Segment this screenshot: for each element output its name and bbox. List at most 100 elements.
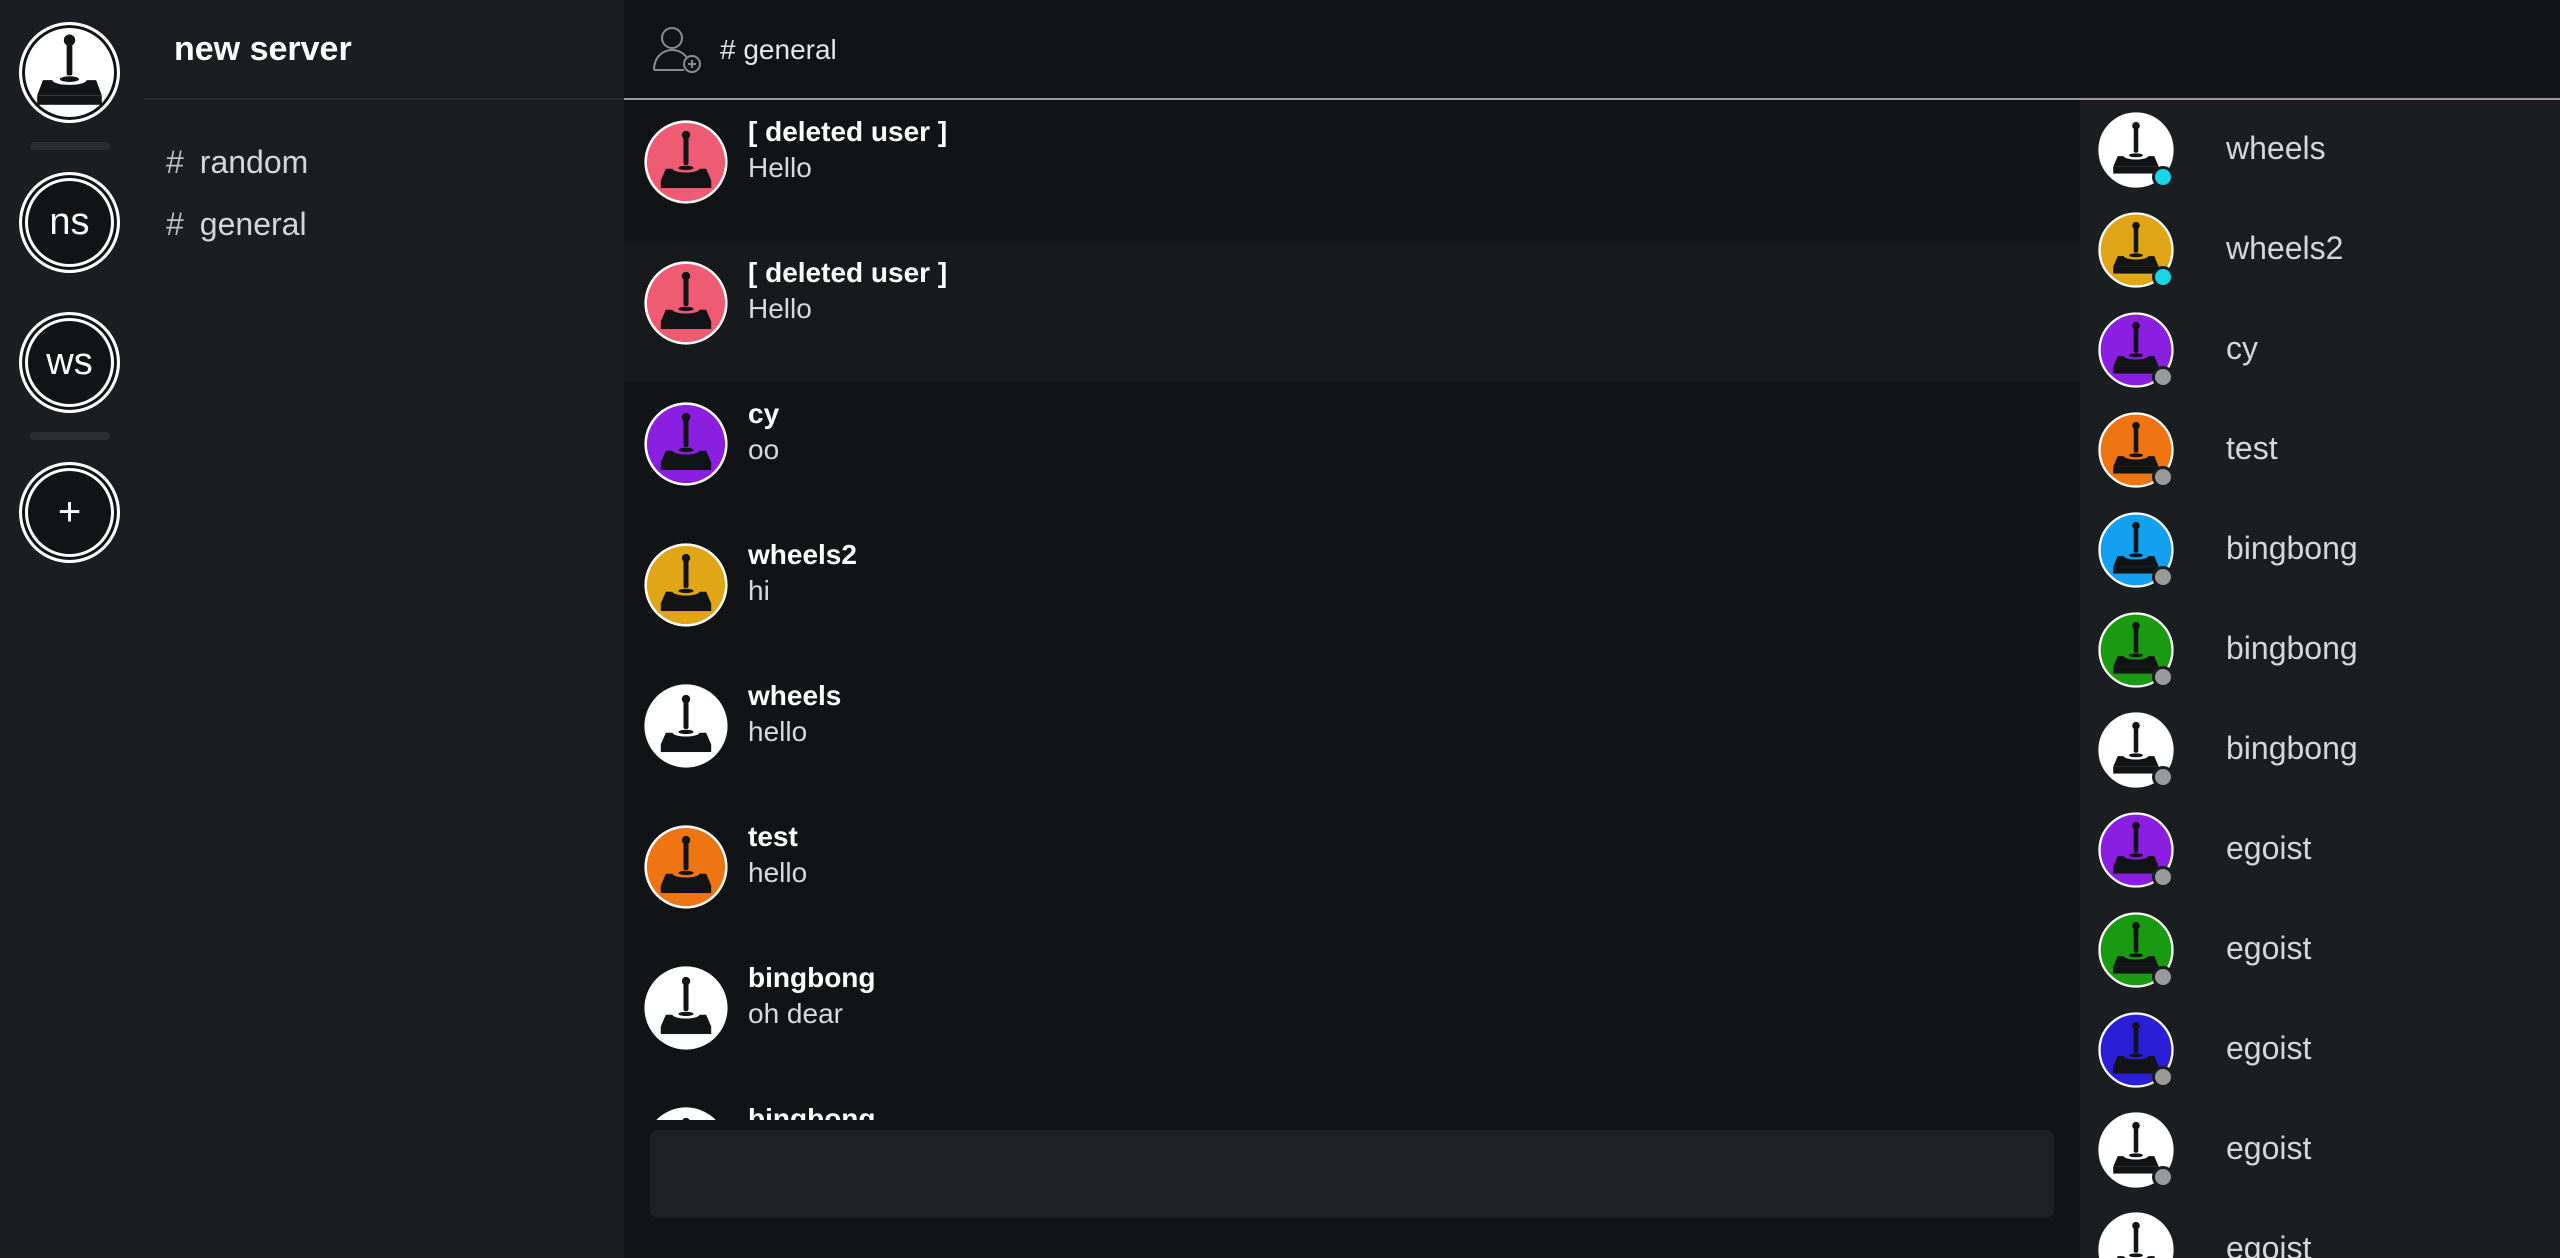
member-item[interactable]: egoist xyxy=(2080,1000,2560,1100)
message-text: hi xyxy=(748,575,770,606)
message-author[interactable]: [ deleted user ] xyxy=(748,257,947,289)
avatar[interactable] xyxy=(644,261,728,345)
channel-sidebar: new server # random # general xyxy=(144,0,624,1258)
hash-icon: # xyxy=(166,205,184,242)
joystick-avatar-icon xyxy=(644,825,728,909)
message-author[interactable]: test xyxy=(748,821,798,853)
server-name: new server xyxy=(174,30,352,68)
joystick-icon xyxy=(37,34,102,105)
avatar[interactable] xyxy=(644,120,728,204)
message-item: [ deleted user ] Hello xyxy=(624,100,2080,241)
status-dot-icon xyxy=(2152,466,2174,488)
member-name: wheels xyxy=(2226,130,2326,166)
channel-title: # general xyxy=(720,34,837,65)
member-name: egoist xyxy=(2226,830,2312,866)
member-name: egoist xyxy=(2226,930,2312,966)
status-dot-icon xyxy=(2152,666,2174,688)
joystick-avatar-icon xyxy=(644,684,728,768)
message-author[interactable]: wheels2 xyxy=(748,539,857,571)
rail-separator xyxy=(30,142,110,150)
message-item: bingbong xyxy=(624,1087,2080,1120)
member-name: bingbong xyxy=(2226,730,2358,766)
status-dot-icon xyxy=(2152,566,2174,588)
message-text: Hello xyxy=(748,152,812,183)
status-dot-icon xyxy=(2152,1066,2174,1088)
member-item[interactable]: bingbong xyxy=(2080,700,2560,800)
channel-label: random xyxy=(199,143,309,180)
status-dot-icon xyxy=(2152,1166,2174,1188)
avatar[interactable] xyxy=(644,543,728,627)
member-item[interactable]: bingbong xyxy=(2080,600,2560,700)
message-author[interactable]: bingbong xyxy=(748,962,876,994)
server-ws-button[interactable]: ws xyxy=(19,312,120,413)
add-user-icon[interactable] xyxy=(648,20,704,76)
rail-separator xyxy=(30,432,110,440)
message-text: Hello xyxy=(748,293,812,324)
member-item[interactable]: egoist xyxy=(2080,900,2560,1000)
hash-icon: # xyxy=(166,143,184,180)
message-item: bingbong oh dear xyxy=(624,946,2080,1087)
message-text: oh dear xyxy=(748,998,843,1029)
add-server-button[interactable]: + xyxy=(19,462,120,563)
avatar[interactable] xyxy=(644,402,728,486)
chat-main: # general [ deleted user ] Hello[ deleted… xyxy=(624,0,2560,1258)
message-author[interactable]: [ deleted user ] xyxy=(748,116,947,148)
app-window: ns ws + new server # random # general # … xyxy=(0,0,2560,1258)
member-name: bingbong xyxy=(2226,630,2358,666)
joystick-avatar-icon xyxy=(644,120,728,204)
member-name: egoist xyxy=(2226,1030,2312,1066)
divider xyxy=(144,98,624,100)
member-name: wheels2 xyxy=(2226,230,2344,266)
channel-label: general xyxy=(199,205,307,242)
message-item: test hello xyxy=(624,805,2080,946)
member-item[interactable]: cy xyxy=(2080,300,2560,400)
member-item[interactable]: wheels xyxy=(2080,100,2560,200)
message-author[interactable]: wheels xyxy=(748,680,841,712)
message-item: [ deleted user ] Hello xyxy=(624,241,2080,382)
joystick-avatar-icon xyxy=(2098,1212,2174,1258)
member-item[interactable]: egoist xyxy=(2080,1200,2560,1258)
message-item: wheels hello xyxy=(624,664,2080,805)
avatar[interactable] xyxy=(644,1107,728,1120)
status-dot-icon xyxy=(2152,966,2174,988)
status-dot-icon xyxy=(2152,866,2174,888)
home-joystick-icon[interactable] xyxy=(19,22,120,123)
member-name: egoist xyxy=(2226,1230,2312,1258)
status-dot-icon xyxy=(2152,766,2174,788)
member-name: test xyxy=(2226,430,2278,466)
message-text: oo xyxy=(748,434,780,465)
server-rail: ns ws + xyxy=(0,0,144,1258)
joystick-avatar-icon xyxy=(644,402,728,486)
avatar[interactable] xyxy=(644,825,728,909)
joystick-avatar-icon xyxy=(644,261,728,345)
member-item[interactable]: bingbong xyxy=(2080,500,2560,600)
joystick-avatar-icon xyxy=(644,543,728,627)
avatar[interactable] xyxy=(644,966,728,1050)
status-dot-icon xyxy=(2152,166,2174,188)
joystick-avatar-icon xyxy=(656,1107,716,1120)
message-text: hello xyxy=(748,716,808,747)
message-text: hello xyxy=(748,857,808,888)
member-name: egoist xyxy=(2226,1130,2312,1166)
status-dot-icon xyxy=(2152,366,2174,388)
status-dot-icon xyxy=(2152,266,2174,288)
channel-item-general[interactable]: # general xyxy=(166,202,307,246)
server-ns-button[interactable]: ns xyxy=(19,172,120,273)
channel-topbar: # general xyxy=(624,0,2560,100)
channel-item-random[interactable]: # random xyxy=(166,140,308,184)
member-item[interactable]: egoist xyxy=(2080,800,2560,900)
member-item[interactable]: wheels2 xyxy=(2080,200,2560,300)
member-list: wheels wheels2 cy test bingbong bingbong bingb… xyxy=(2080,100,2560,1258)
message-list: [ deleted user ] Hello [ deleted user ] Hel… xyxy=(624,100,2080,1120)
message-author[interactable]: cy xyxy=(748,398,779,430)
message-item: wheels2 hi xyxy=(624,523,2080,664)
member-item[interactable]: egoist xyxy=(2080,1100,2560,1200)
joystick-avatar-icon xyxy=(644,966,728,1050)
avatar xyxy=(2098,1212,2174,1258)
message-item: cy oo xyxy=(624,382,2080,523)
message-input[interactable] xyxy=(650,1130,2054,1218)
avatar[interactable] xyxy=(644,684,728,768)
member-name: cy xyxy=(2226,330,2258,366)
member-item[interactable]: test xyxy=(2080,400,2560,500)
message-author[interactable]: bingbong xyxy=(748,1103,876,1120)
